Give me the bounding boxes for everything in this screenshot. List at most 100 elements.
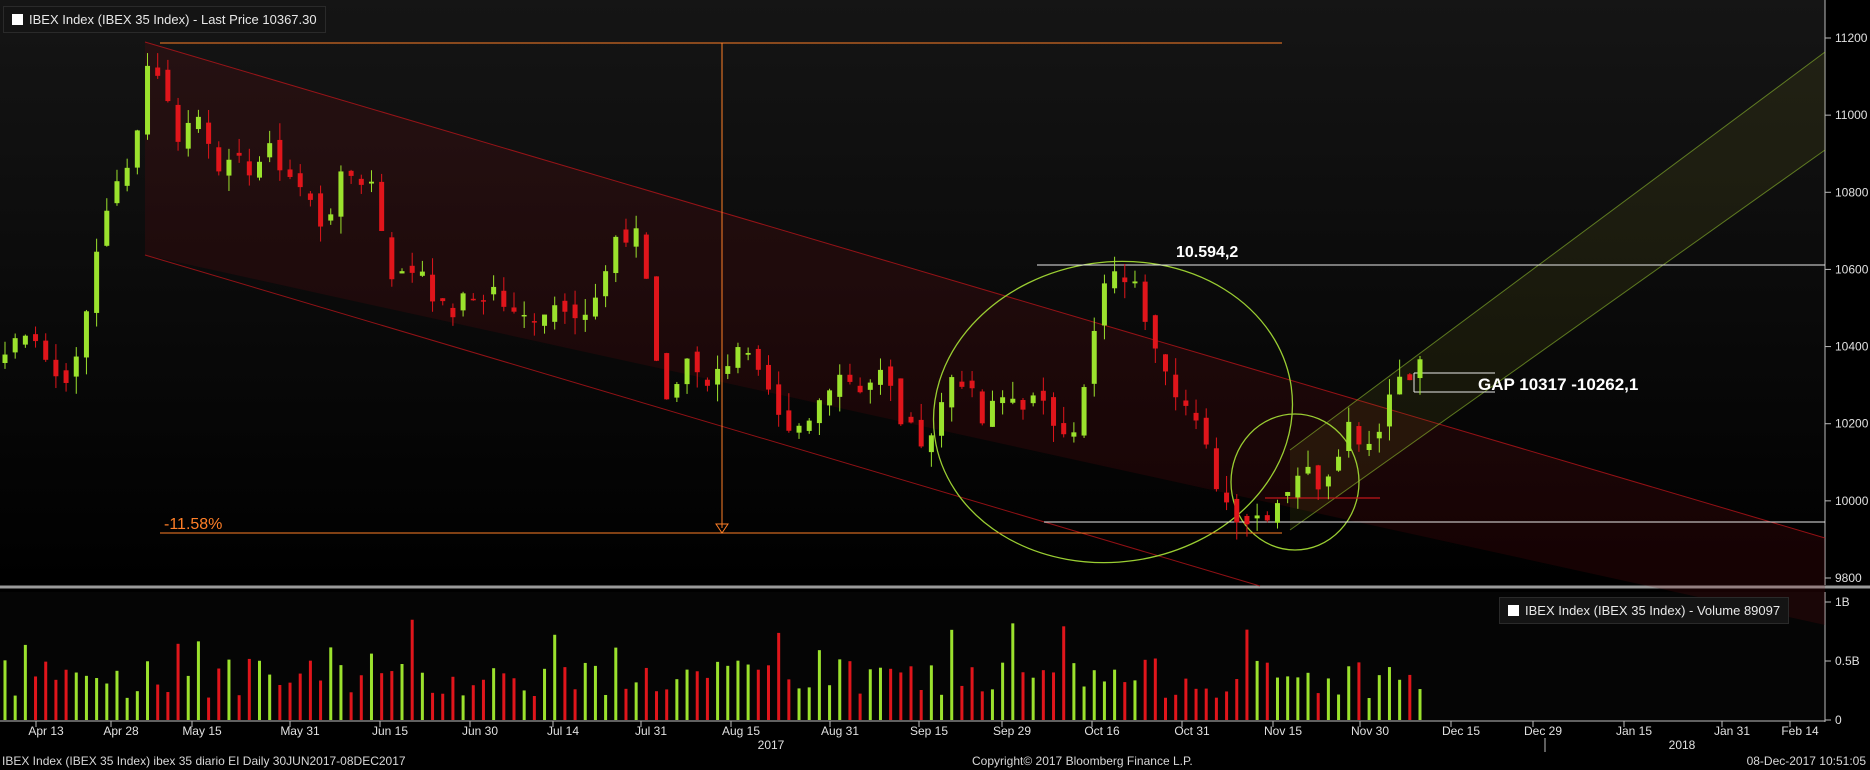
price-axis-ticks: 9800 10000 10200 10400 10600 10800 11000 11200 <box>1825 31 1869 585</box>
volume-bar <box>1418 689 1422 720</box>
time-tick-label: Jul 14 <box>547 724 579 738</box>
volume-bar <box>1326 678 1330 720</box>
volume-bar <box>1011 623 1015 720</box>
candle-body <box>185 122 191 149</box>
candle-body <box>389 237 395 280</box>
candle-body <box>175 104 181 142</box>
volume-bar <box>400 664 404 720</box>
volume-bar <box>522 690 526 720</box>
volume-bar <box>166 692 170 720</box>
volume-bar <box>369 653 373 720</box>
candle-body <box>256 161 262 178</box>
candle-body <box>531 321 537 323</box>
volume-bar <box>217 668 221 720</box>
candle-body <box>2 354 8 364</box>
volume-bar <box>868 669 872 720</box>
time-tick-label: Sep 15 <box>910 724 948 738</box>
candle-body <box>735 347 741 368</box>
candle-body <box>43 340 49 360</box>
time-tick-label: Nov 30 <box>1351 724 1389 738</box>
volume-bar <box>125 697 129 720</box>
candle-body <box>939 402 945 436</box>
candle-body <box>613 236 619 274</box>
candle-body <box>480 300 486 302</box>
volume-bar <box>1347 666 1351 720</box>
volume-bar <box>1357 662 1361 720</box>
candle-body <box>1325 476 1331 487</box>
candle-body <box>267 143 273 158</box>
volume-bar <box>156 684 160 720</box>
volume-bar <box>1052 672 1056 720</box>
volume-bar <box>766 665 770 720</box>
price-tick-label: 9800 <box>1835 571 1862 585</box>
price-volume-chart[interactable]: -11.58% 10.594,2 GAP 10317 -10262,1 9800… <box>0 0 1870 770</box>
candle-body <box>521 314 527 317</box>
volume-tick-label: 1B <box>1835 595 1850 609</box>
volume-bar <box>1275 677 1279 720</box>
volume-bar <box>716 661 720 720</box>
volume-bar <box>980 691 984 720</box>
candle-body <box>379 181 385 231</box>
volume-bar <box>1255 660 1259 720</box>
volume-bar <box>970 667 974 720</box>
volume-bar <box>1306 672 1310 720</box>
candle-body <box>857 385 863 393</box>
candle-body <box>776 384 782 415</box>
volume-bar <box>431 692 435 720</box>
candle-body <box>1112 271 1118 289</box>
volume-bar <box>614 647 618 720</box>
legend-swatch-icon <box>1508 605 1519 616</box>
time-tick-label: Aug 15 <box>722 724 760 738</box>
volume-bar <box>553 634 557 720</box>
volume-bar <box>44 661 48 720</box>
candle-body <box>1274 503 1280 523</box>
volume-legend-label: IBEX Index (IBEX 35 Index) - Volume 8909… <box>1525 603 1781 618</box>
candle-body <box>94 251 100 313</box>
volume-bar <box>583 662 587 720</box>
volume-bar <box>990 689 994 720</box>
candle-body <box>22 335 28 345</box>
volume-bar <box>1143 659 1147 720</box>
volume-bar <box>1316 693 1320 720</box>
candle-body <box>318 193 324 227</box>
candle-body <box>877 369 883 385</box>
candle-body <box>969 380 975 389</box>
volume-bar <box>207 697 211 720</box>
candle-body <box>368 181 374 184</box>
volume-bar <box>481 679 485 720</box>
candle-body <box>12 338 18 353</box>
price-legend: IBEX Index (IBEX 35 Index) - Last Price … <box>3 6 326 33</box>
candle-body <box>491 286 497 295</box>
candle-body <box>654 276 660 361</box>
candle-body <box>1000 397 1006 404</box>
year-label: 2017 <box>758 738 785 752</box>
volume-bar <box>74 672 78 720</box>
candle-body <box>450 307 456 318</box>
volume-bar <box>1296 677 1300 720</box>
candle-body <box>33 334 39 342</box>
volume-bar <box>1286 676 1290 720</box>
volume-bar <box>940 694 944 720</box>
volume-bar <box>644 667 648 720</box>
volume-bar <box>1245 629 1249 720</box>
candle-body <box>124 167 130 186</box>
candle-body <box>216 147 222 172</box>
candle-body <box>53 359 59 377</box>
time-tick-label: Sep 29 <box>993 724 1031 738</box>
candle-body <box>246 161 252 176</box>
candle-body <box>134 130 140 168</box>
volume-bar <box>84 675 88 720</box>
candle-body <box>1173 374 1179 398</box>
candle-body <box>898 378 904 425</box>
time-tick-label: Apr 28 <box>103 724 139 738</box>
volume-bar <box>797 688 801 720</box>
volume-bar <box>1367 698 1371 720</box>
candle-body <box>1051 397 1057 426</box>
candle-body <box>358 178 364 185</box>
candle-body <box>888 366 894 386</box>
candle-body <box>307 193 313 200</box>
volume-bar <box>298 673 302 720</box>
volume-bar <box>817 650 821 720</box>
candle-body <box>847 374 853 382</box>
candle-body <box>1244 515 1250 525</box>
